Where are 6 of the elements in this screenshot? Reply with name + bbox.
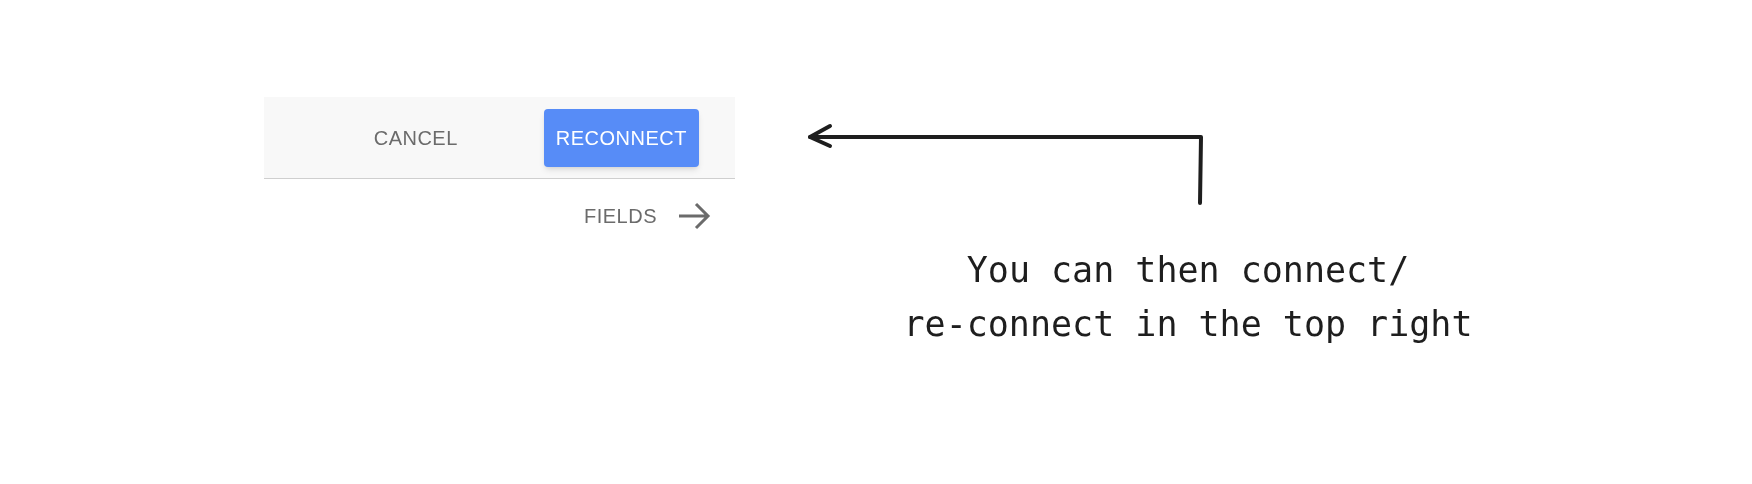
arrow-right-icon[interactable] (677, 201, 711, 231)
annotation-text: re-connect in the top right (903, 303, 1473, 346)
annotation-text: You can then connect/ (966, 249, 1410, 292)
cancel-button[interactable]: CANCEL (357, 108, 474, 167)
reconnect-button[interactable]: RECONNECT (543, 108, 699, 167)
fields-link[interactable]: FIELDS (583, 201, 657, 231)
